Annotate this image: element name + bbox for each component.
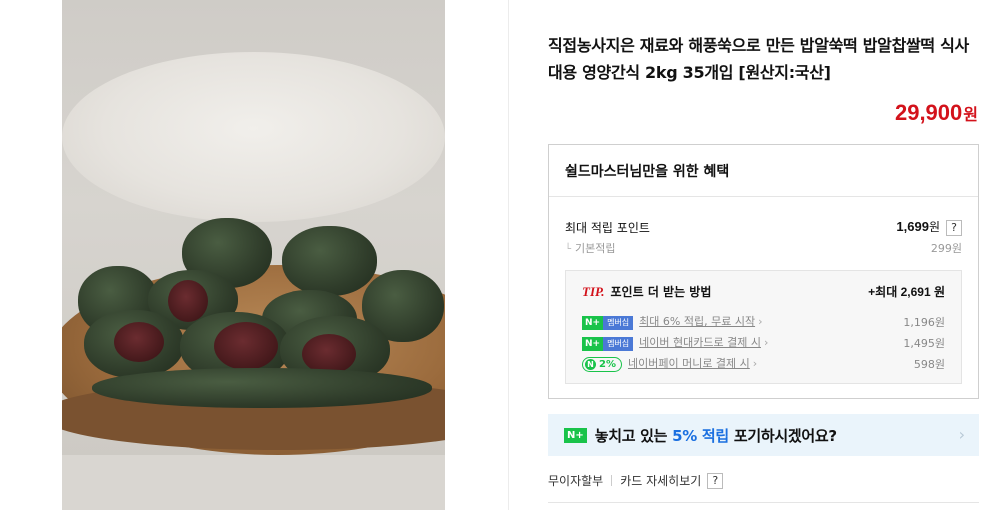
basic-points-row: 기본적립 299원	[565, 240, 962, 256]
background-plate	[62, 52, 445, 222]
rice-cake-row	[92, 368, 432, 408]
tip-title-wrap: TIP. 포인트 더 받는 방법	[582, 283, 711, 300]
max-points-value: 1,699원	[896, 219, 940, 234]
basic-points-label: 기본적립	[565, 240, 615, 256]
naver-pay-icon: N	[585, 359, 596, 370]
benefit-box: 쉴드마스터님만을 위한 혜택 최대 적립 포인트 1,699원? 기본적립 29…	[548, 144, 979, 399]
chevron-right-icon: ›	[758, 315, 763, 328]
tip-max-points: +최대 2,691 원	[868, 285, 945, 299]
price-value: 29,900	[894, 100, 963, 125]
column-divider	[508, 0, 509, 510]
membership-promo-banner[interactable]: N+ 놓치고 있는 5% 적립 포기하시겠어요? ›	[548, 414, 979, 456]
section-divider	[548, 502, 979, 503]
help-icon[interactable]: ?	[946, 220, 962, 236]
red-bean-filling	[168, 280, 208, 322]
tip-title: 포인트 더 받는 방법	[610, 285, 712, 299]
max-points-label: 최대 적립 포인트	[565, 220, 650, 235]
tip-row-left: N 2% 네이버페이 머니로 결제 시 ›	[582, 355, 757, 372]
photo-table-surface	[62, 455, 445, 510]
tip-row-left: N+ 멤버십 최대 6% 적립, 무료 시작 ›	[582, 313, 762, 330]
tip-row-left: N+ 멤버십 네이버 현대카드로 결제 시 ›	[582, 334, 768, 351]
benefit-heading: 쉴드마스터님만을 위한 혜택	[549, 145, 978, 197]
product-image[interactable]	[62, 0, 445, 510]
chevron-right-icon: ›	[763, 336, 769, 349]
price-unit: 원	[963, 107, 978, 124]
tip-row-card: N+ 멤버십 네이버 현대카드로 결제 시 › 1,495원	[582, 334, 945, 351]
tip-row-value: 598원	[913, 357, 945, 371]
product-title: 직접농사지은 재료와 해풍쑥으로 만든 밥알쑥떡 밥알찹쌀떡 식사대용 영양간식…	[548, 36, 969, 82]
tip-header: TIP. 포인트 더 받는 방법 +최대 2,691 원	[582, 283, 945, 300]
divider	[611, 475, 613, 486]
installment-link[interactable]: 무이자할부	[548, 472, 603, 489]
tip-row-value: 1,196원	[903, 315, 945, 329]
tip-link-pay[interactable]: 네이버페이 머니로 결제 시	[628, 357, 750, 370]
tip-box: TIP. 포인트 더 받는 방법 +최대 2,691 원 N+ 멤버십 최대 6% 적…	[565, 270, 962, 384]
max-points-value-wrap: 1,699원?	[896, 218, 962, 236]
max-points-row: 최대 적립 포인트 1,699원?	[565, 218, 962, 236]
naver-pay-badge: N 2%	[582, 357, 622, 372]
help-icon[interactable]: ?	[707, 472, 724, 489]
tip-label: TIP.	[582, 284, 605, 299]
rice-cake	[282, 226, 377, 296]
red-bean-filling	[114, 322, 164, 362]
chevron-right-icon: ›	[958, 425, 965, 444]
promo-text: 놓치고 있는 5% 적립 포기하시겠어요?	[594, 426, 837, 445]
naver-plus-membership-badge: N+ 멤버십	[582, 337, 634, 351]
tip-row-membership: N+ 멤버십 최대 6% 적립, 무료 시작 › 1,196원	[582, 313, 945, 330]
naver-plus-membership-badge: N+ 멤버십	[582, 316, 634, 330]
payment-links: 무이자할부 카드 자세히보기 ?	[548, 472, 724, 489]
red-bean-filling	[214, 322, 278, 370]
product-price: 29,900원	[895, 100, 978, 126]
card-detail-link[interactable]: 카드 자세히보기	[620, 472, 701, 489]
tip-row-value: 1,495원	[903, 336, 945, 350]
naver-plus-icon: N+	[564, 427, 587, 443]
basic-points-value: 299원	[930, 242, 962, 255]
chevron-right-icon: ›	[752, 357, 758, 370]
tip-link-membership[interactable]: 최대 6% 적립, 무료 시작	[639, 315, 755, 328]
tip-link-card[interactable]: 네이버 현대카드로 결제 시	[639, 336, 761, 349]
tip-row-pay: N 2% 네이버페이 머니로 결제 시 › 598원	[582, 355, 945, 372]
